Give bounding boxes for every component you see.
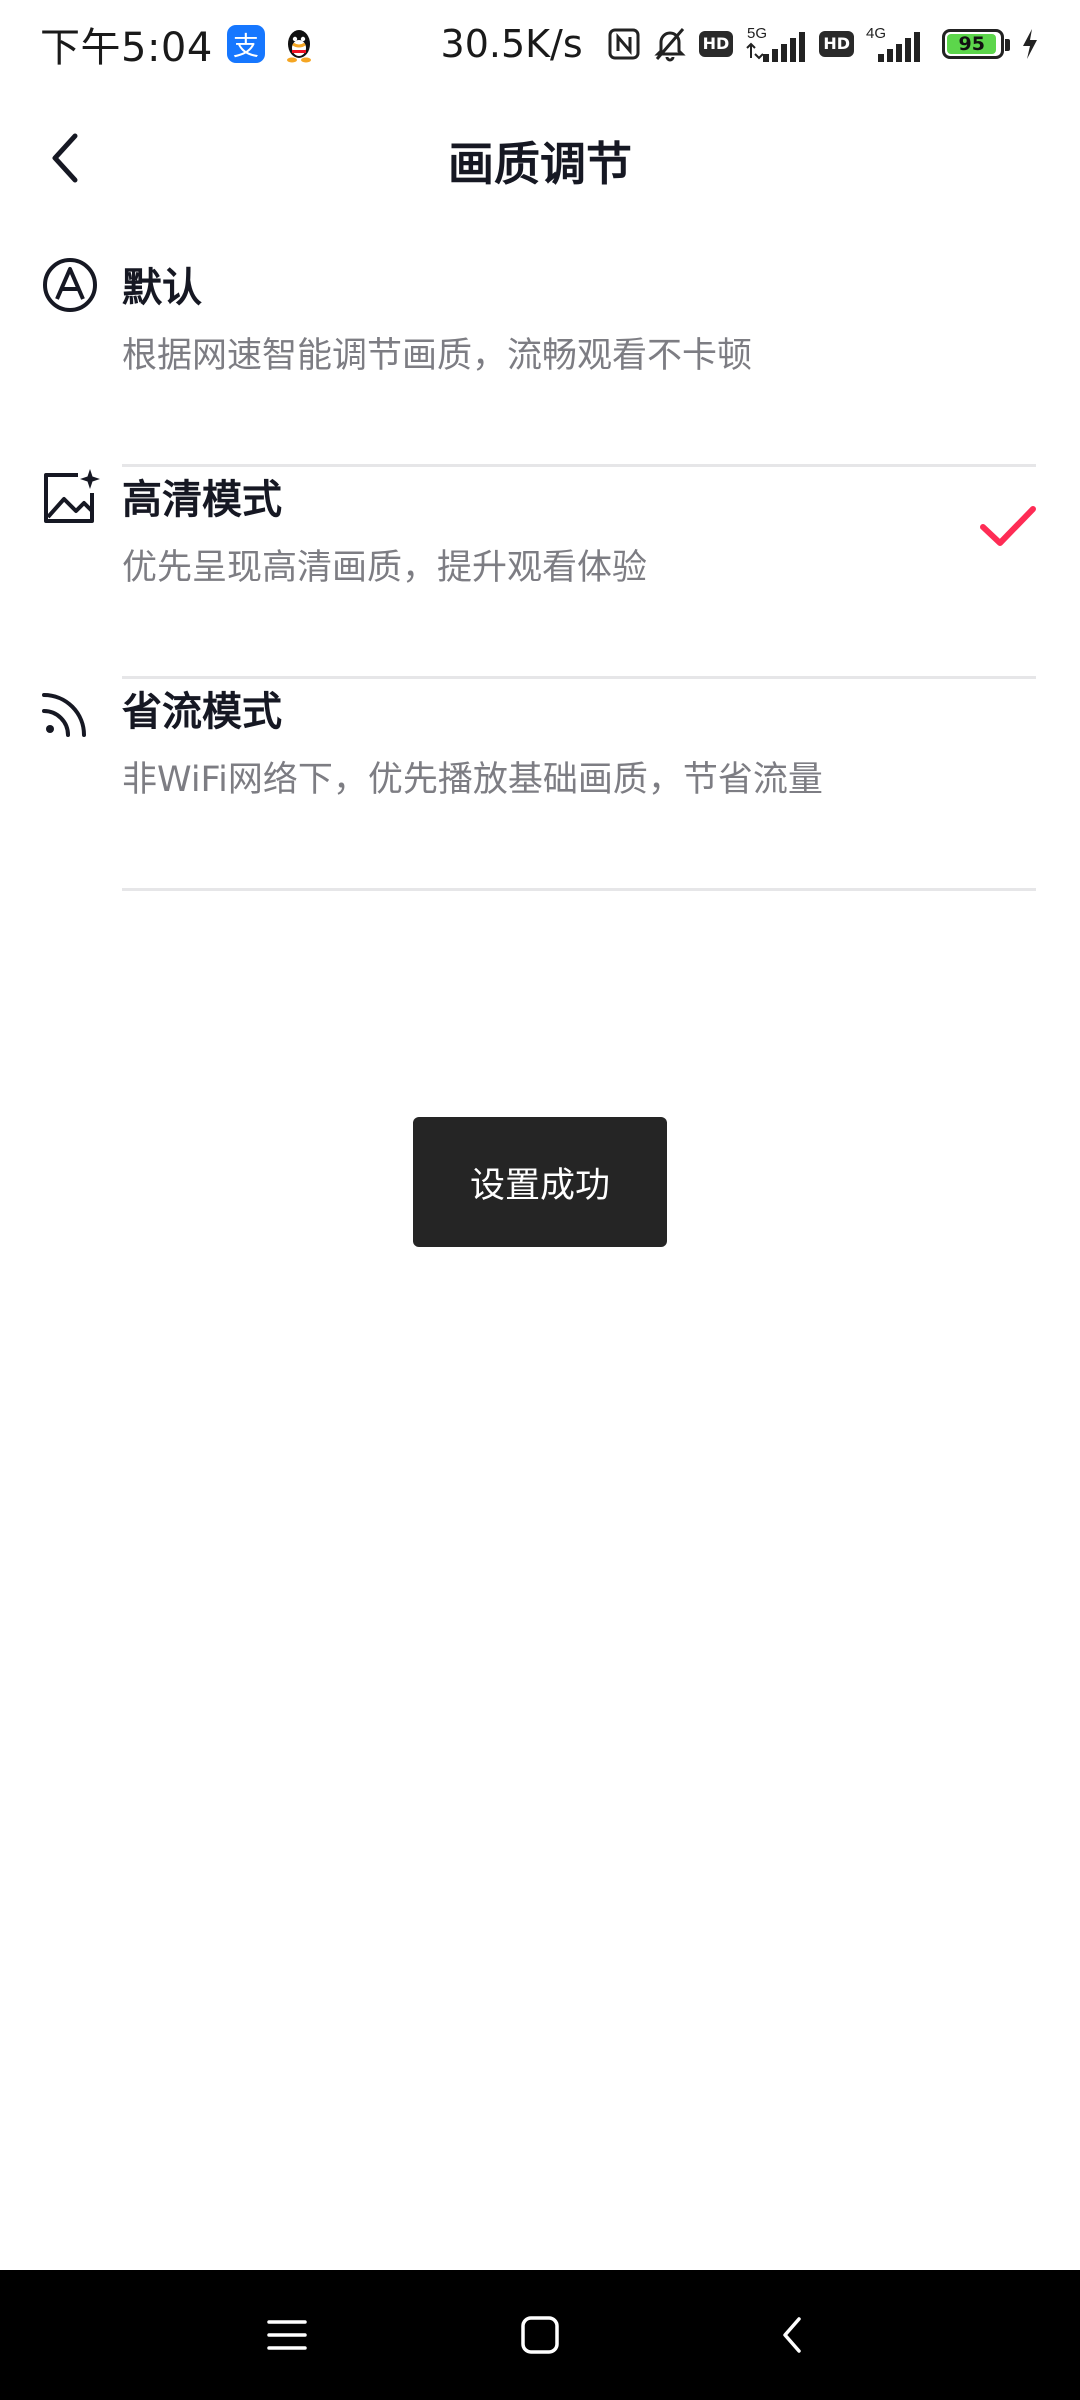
system-back-button[interactable] [757,2300,827,2370]
hd-icon-2: HD [819,31,854,57]
hd-icon: HD [698,31,734,57]
menu-icon [267,2320,307,2350]
option-desc: 优先呈现高清画质，提升观看体验 [122,548,648,588]
header: 画质调节 [0,88,1080,226]
option-title: 省流模式 [122,689,282,735]
system-nav-bar [0,2270,1080,2400]
hd-image-icon [44,469,100,523]
status-right: 30.5K/s HD 5G HD 4G 95 [441,22,1040,66]
option-desc: 根据网速智能调节画质，流畅观看不卡顿 [122,336,753,376]
charging-icon [1020,27,1040,61]
option-desc: 非WiFi网络下，优先播放基础画质，节省流量 [122,760,823,800]
option-data-saver[interactable]: 省流模式 非WiFi网络下，优先播放基础画质，节省流量 [0,679,1080,891]
status-bar: 下午5:04 支 30.5K/s HD 5G HD 4G 95 [0,0,1080,88]
status-left: 下午5:04 支 [40,15,317,73]
network-5g-label: 5G [747,25,767,42]
option-title: 默认 [122,265,202,311]
menu-button[interactable] [252,2300,322,2370]
network-4g-label: 4G [866,25,886,42]
signal-4g-icon: 4G [864,24,930,64]
data-saver-icon [42,693,86,737]
net-speed: 30.5K/s [440,22,583,66]
page-title: 画质调节 [448,137,632,191]
alipay-icon: 支 [226,25,265,63]
battery-icon: 95 [942,29,1010,59]
home-button[interactable] [505,2300,575,2370]
status-time: 下午5:04 [40,25,213,71]
check-icon [980,506,1036,546]
back-icon [783,2317,801,2353]
nfc-icon [607,27,641,61]
toast-message: 设置成功 [413,1117,667,1247]
battery-level: 95 [947,33,997,55]
signal-5g-icon: 5G [743,24,809,64]
qq-icon [286,30,311,63]
home-icon [521,2316,559,2354]
auto-a-icon [43,258,97,312]
option-default[interactable]: 默认 根据网速智能调节画质，流畅观看不卡顿 [0,255,1080,467]
mute-bell-icon [651,25,689,63]
option-hd-mode[interactable]: 高清模式 优先呈现高清画质，提升观看体验 [0,467,1080,679]
divider [122,888,1036,891]
option-title: 高清模式 [122,477,282,523]
